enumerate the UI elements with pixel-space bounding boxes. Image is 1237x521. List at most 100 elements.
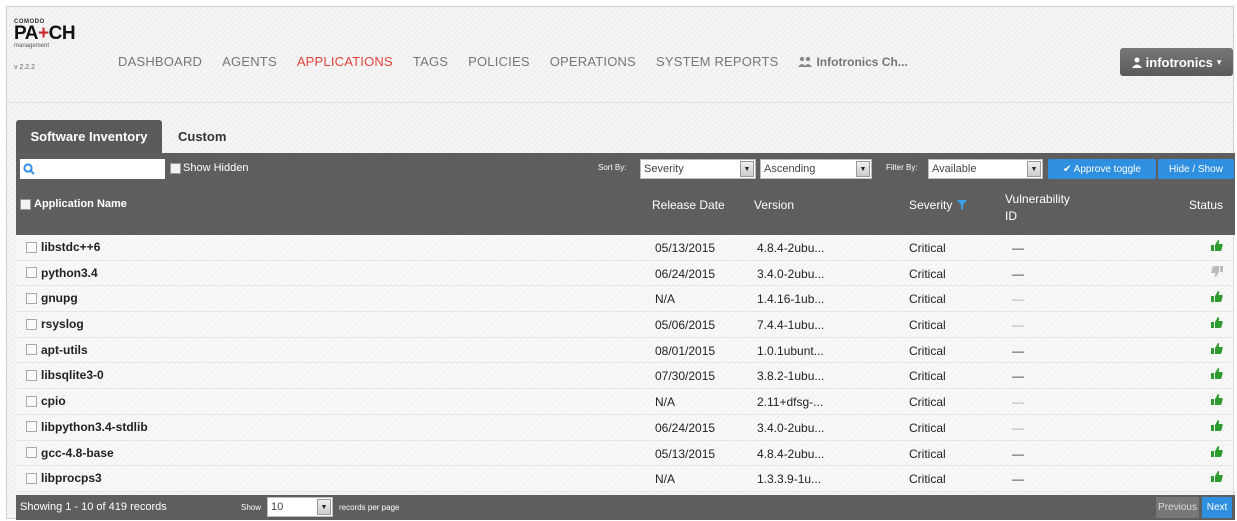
org-label: Infotronics Ch...: [816, 54, 908, 69]
app-name: cpio: [41, 394, 66, 409]
vulnerability-id: —: [1012, 395, 1024, 410]
sort-order-select[interactable]: Ascending ▼: [760, 159, 872, 179]
tab-custom[interactable]: Custom: [166, 120, 238, 153]
app-name: rsyslog: [41, 317, 84, 332]
nav-applications[interactable]: APPLICATIONS: [297, 54, 393, 69]
sort-field-select[interactable]: Severity ▼: [640, 159, 756, 179]
show-hidden-toggle[interactable]: Show Hidden: [170, 162, 248, 174]
table-row[interactable]: libpython3.4-stdlib 06/24/2015 3.4.0-2ub…: [16, 414, 1235, 441]
filter-icon[interactable]: [957, 200, 968, 210]
col-status[interactable]: Status: [1189, 198, 1223, 212]
users-group-icon: [798, 56, 813, 67]
app-name: libstdc++6: [41, 240, 101, 254]
release-date: 08/01/2015: [655, 343, 716, 358]
logo-product-b: CH: [48, 23, 76, 44]
tab-bar: Software Inventory Custom: [16, 120, 238, 153]
search-input[interactable]: [38, 160, 158, 178]
version: 3.4.0-2ubu...: [757, 266, 825, 281]
show-label: Show: [241, 503, 262, 512]
vulnerability-id: —: [1012, 343, 1024, 358]
nav-agents[interactable]: AGENTS: [222, 54, 277, 69]
thumbs-up-icon[interactable]: [1211, 394, 1223, 408]
thumbs-up-icon[interactable]: [1211, 342, 1223, 357]
table-row[interactable]: libstdc++6 05/13/2015 4.8.4-2ubu... Crit…: [16, 235, 1235, 261]
nav-system-reports[interactable]: SYSTEM REPORTS: [656, 54, 778, 69]
vulnerability-id: —: [1012, 318, 1024, 333]
app-name: python3.4: [41, 265, 98, 280]
thumbs-up-icon[interactable]: [1211, 471, 1223, 485]
dropdown-arrow-icon: ▼: [740, 161, 754, 177]
row-checkbox[interactable]: [26, 447, 37, 458]
table-row[interactable]: cpio N/A 2.11+dfsg-... Critical —: [16, 389, 1235, 415]
app-name: libprocps3: [41, 471, 102, 486]
org-selector[interactable]: Infotronics Ch...: [798, 54, 908, 69]
table-row[interactable]: gnupg N/A 1.4.16-1ub... Critical —: [16, 286, 1235, 313]
table-row[interactable]: libprocps3 N/A 1.3.3.9-1u... Critical —: [16, 466, 1235, 492]
severity: Critical: [909, 266, 946, 281]
row-checkbox[interactable]: [26, 292, 37, 304]
col-severity[interactable]: Severity: [909, 198, 968, 212]
filter-select[interactable]: Available ▼: [928, 159, 1043, 179]
row-checkbox[interactable]: [26, 241, 37, 253]
row-checkbox[interactable]: [26, 421, 37, 433]
approve-toggle-button[interactable]: ✔ Approve toggle: [1048, 159, 1156, 179]
nav-operations[interactable]: OPERATIONS: [550, 54, 636, 69]
sort-order-value: Ascending: [764, 163, 816, 175]
vulnerability-id: —: [1012, 420, 1024, 435]
user-menu-button[interactable]: infotronics ▾: [1120, 48, 1233, 76]
vulnerability-id: —: [1012, 241, 1024, 255]
comodo-patch-logo: COMODO PA+CH management v 2.2.2: [14, 19, 84, 71]
severity: Critical: [909, 369, 946, 384]
version: 4.8.4-2ubu...: [757, 446, 825, 461]
col-version[interactable]: Version: [754, 198, 794, 212]
col-application-name[interactable]: Application Name: [20, 198, 127, 210]
dropdown-arrow-icon: ▼: [1027, 161, 1041, 177]
release-date: 07/30/2015: [655, 369, 716, 384]
row-checkbox[interactable]: [26, 472, 37, 484]
nav-tags[interactable]: TAGS: [413, 54, 448, 69]
select-all-checkbox[interactable]: [20, 198, 31, 210]
col-release-date[interactable]: Release Date: [652, 198, 725, 212]
release-date: N/A: [655, 395, 676, 410]
release-date: 05/13/2015: [655, 446, 716, 461]
app-name: libsqlite3-0: [41, 368, 104, 383]
row-checkbox[interactable]: [26, 267, 37, 279]
app-frame: COMODO PA+CH management v 2.2.2 DASHBOAR…: [6, 6, 1235, 520]
thumbs-down-icon[interactable]: [1211, 265, 1223, 280]
col-vulnerability-label: Vulnerability: [1005, 192, 1070, 206]
next-page-button[interactable]: Next: [1202, 497, 1232, 518]
table-row[interactable]: python3.4 06/24/2015 3.4.0-2ubu... Criti…: [16, 260, 1235, 287]
table-row[interactable]: rsyslog 05/06/2015 7.4.4-1ubu... Critica…: [16, 312, 1235, 338]
search-box: [20, 159, 165, 179]
previous-page-button[interactable]: Previous: [1156, 497, 1199, 518]
row-checkbox[interactable]: [26, 395, 37, 407]
row-checkbox[interactable]: [26, 344, 37, 356]
search-icon[interactable]: [20, 159, 38, 179]
nav-policies[interactable]: POLICIES: [468, 54, 530, 69]
severity: Critical: [909, 292, 946, 307]
show-hidden-checkbox[interactable]: [170, 162, 181, 174]
thumbs-up-icon[interactable]: [1211, 419, 1223, 434]
table-row[interactable]: gcc-4.8-base 05/13/2015 4.8.4-2ubu... Cr…: [16, 440, 1235, 467]
severity: Critical: [909, 446, 946, 461]
version: 3.8.2-1ubu...: [757, 369, 825, 384]
logo-plus: +: [37, 23, 49, 44]
severity: Critical: [909, 472, 946, 487]
thumbs-up-icon[interactable]: [1211, 445, 1223, 460]
thumbs-up-icon[interactable]: [1211, 317, 1223, 331]
nav-dashboard[interactable]: DASHBOARD: [118, 54, 202, 69]
page-size-select[interactable]: 10 ▼: [267, 497, 333, 517]
dropdown-arrow-icon: ▼: [317, 499, 331, 515]
row-checkbox[interactable]: [26, 369, 37, 381]
thumbs-up-icon[interactable]: [1211, 240, 1223, 254]
version: 1.3.3.9-1u...: [757, 472, 822, 487]
thumbs-up-icon[interactable]: [1211, 291, 1223, 305]
tab-software-inventory[interactable]: Software Inventory: [16, 120, 162, 153]
hide-show-button[interactable]: Hide / Show: [1158, 159, 1234, 179]
table-row[interactable]: apt-utils 08/01/2015 1.0.1ubunt... Criti…: [16, 337, 1235, 364]
table-row[interactable]: libsqlite3-0 07/30/2015 3.8.2-1ubu... Cr…: [16, 363, 1235, 390]
row-checkbox[interactable]: [26, 318, 37, 330]
thumbs-up-icon[interactable]: [1211, 368, 1223, 382]
vulnerability-id: —: [1012, 472, 1024, 487]
col-vulnerability-id[interactable]: Vulnerability ID: [1005, 191, 1070, 225]
